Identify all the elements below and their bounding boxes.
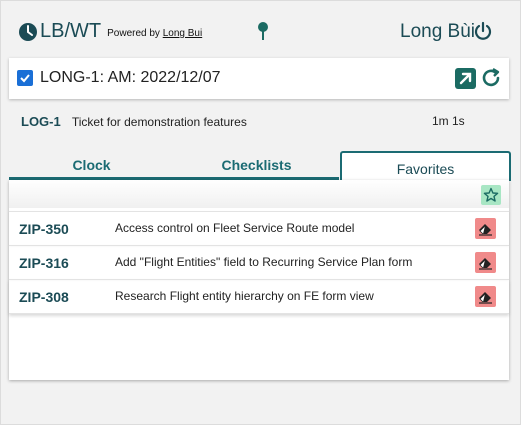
tab-label: Favorites (396, 161, 455, 177)
tab-label: Clock (72, 157, 111, 173)
logo: LB/WT Powered by Long Bui (18, 20, 202, 42)
log-description: Ticket for demonstration features (71, 115, 247, 129)
active-ticket-label: LONG-1: AM: 2022/12/07 (40, 69, 221, 86)
list-item: ZIP-316 Add "Flight Entities" field to R… (9, 245, 509, 279)
powered-by: Powered by Long Bui (107, 28, 202, 39)
favorites-list: ZIP-350 Access control on Fleet Service … (9, 211, 509, 314)
log-id: LOG-1 (21, 114, 61, 129)
ticket-checkbox[interactable] (17, 70, 33, 86)
refresh-button[interactable] (480, 67, 502, 89)
favorites-panel: ZIP-350 Access control on Fleet Service … (9, 180, 509, 380)
log-entry: LOG-1 Ticket for demonstration features (21, 114, 247, 129)
user-name: Long Bùi (400, 21, 476, 42)
star-icon (483, 187, 499, 202)
favorite-ticket-id[interactable]: ZIP-350 (19, 221, 69, 237)
eraser-icon (479, 224, 492, 236)
log-duration: 1m 1s (432, 114, 465, 128)
pin-icon[interactable] (256, 21, 270, 41)
check-icon (20, 74, 30, 83)
powered-prefix: Powered by (107, 28, 160, 39)
favorite-ticket-id[interactable]: ZIP-308 (19, 289, 69, 305)
tab-checklists[interactable]: Checklists (174, 152, 339, 180)
remove-favorite-button[interactable] (475, 218, 496, 239)
tab-label: Checklists (221, 157, 292, 173)
open-external-icon (459, 72, 472, 85)
add-favorite-button[interactable] (481, 185, 501, 205)
tab-clock[interactable]: Clock (9, 152, 174, 180)
author-link[interactable]: Long Bui (163, 28, 202, 39)
remove-favorite-button[interactable] (475, 286, 496, 307)
list-item: ZIP-350 Access control on Fleet Service … (9, 211, 509, 245)
active-ticket-card: LONG-1: AM: 2022/12/07 (9, 58, 509, 99)
power-icon[interactable] (473, 21, 493, 41)
open-ticket-button[interactable] (455, 68, 476, 89)
favorite-ticket-id[interactable]: ZIP-316 (19, 255, 69, 271)
favorite-ticket-title: Access control on Fleet Service Route mo… (115, 221, 355, 235)
favorite-ticket-title: Research Flight entity hierarchy on FE f… (115, 289, 374, 303)
favorite-ticket-title: Add "Flight Entities" field to Recurring… (115, 255, 413, 269)
list-item: ZIP-308 Research Flight entity hierarchy… (9, 279, 509, 314)
panel-toolbar (9, 180, 509, 208)
app-name: LB/WT (40, 20, 102, 42)
tab-favorites[interactable]: Favorites (340, 151, 511, 181)
eraser-icon (479, 292, 492, 304)
clock-icon (19, 23, 37, 41)
eraser-icon (479, 258, 492, 270)
header: LB/WT Powered by Long Bui Long Bùi (0, 0, 521, 58)
remove-favorite-button[interactable] (475, 252, 496, 273)
